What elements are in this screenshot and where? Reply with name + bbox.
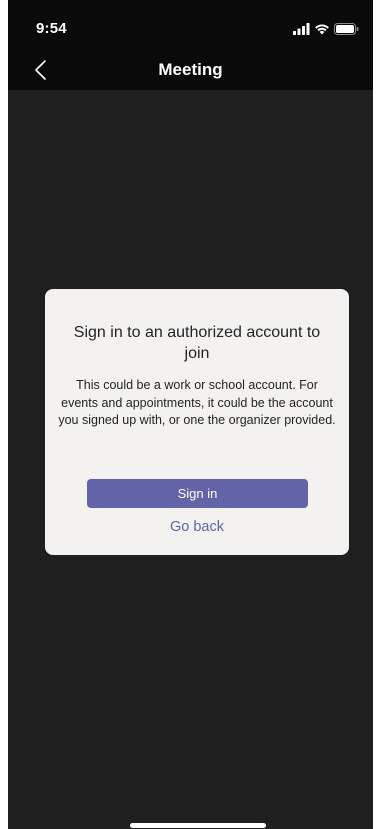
cellular-signal-icon	[293, 23, 310, 35]
page-title: Meeting	[158, 60, 223, 79]
app-screen: 9:54 Meeting Sign in to an authorized ac…	[8, 0, 373, 829]
sign-in-button[interactable]: Sign in	[87, 479, 308, 508]
status-time: 9:54	[36, 20, 67, 37]
sign-in-dialog: Sign in to an authorized account to join…	[45, 289, 349, 555]
go-back-link[interactable]: Go back	[45, 519, 349, 535]
wifi-icon	[315, 24, 329, 35]
home-indicator[interactable]	[130, 823, 266, 828]
status-icons	[293, 22, 359, 36]
top-bar: 9:54 Meeting	[8, 0, 373, 90]
dialog-title: Sign in to an authorized account to join	[73, 324, 321, 362]
dialog-message: This could be a work or school account. …	[58, 378, 336, 427]
battery-icon	[334, 23, 359, 35]
